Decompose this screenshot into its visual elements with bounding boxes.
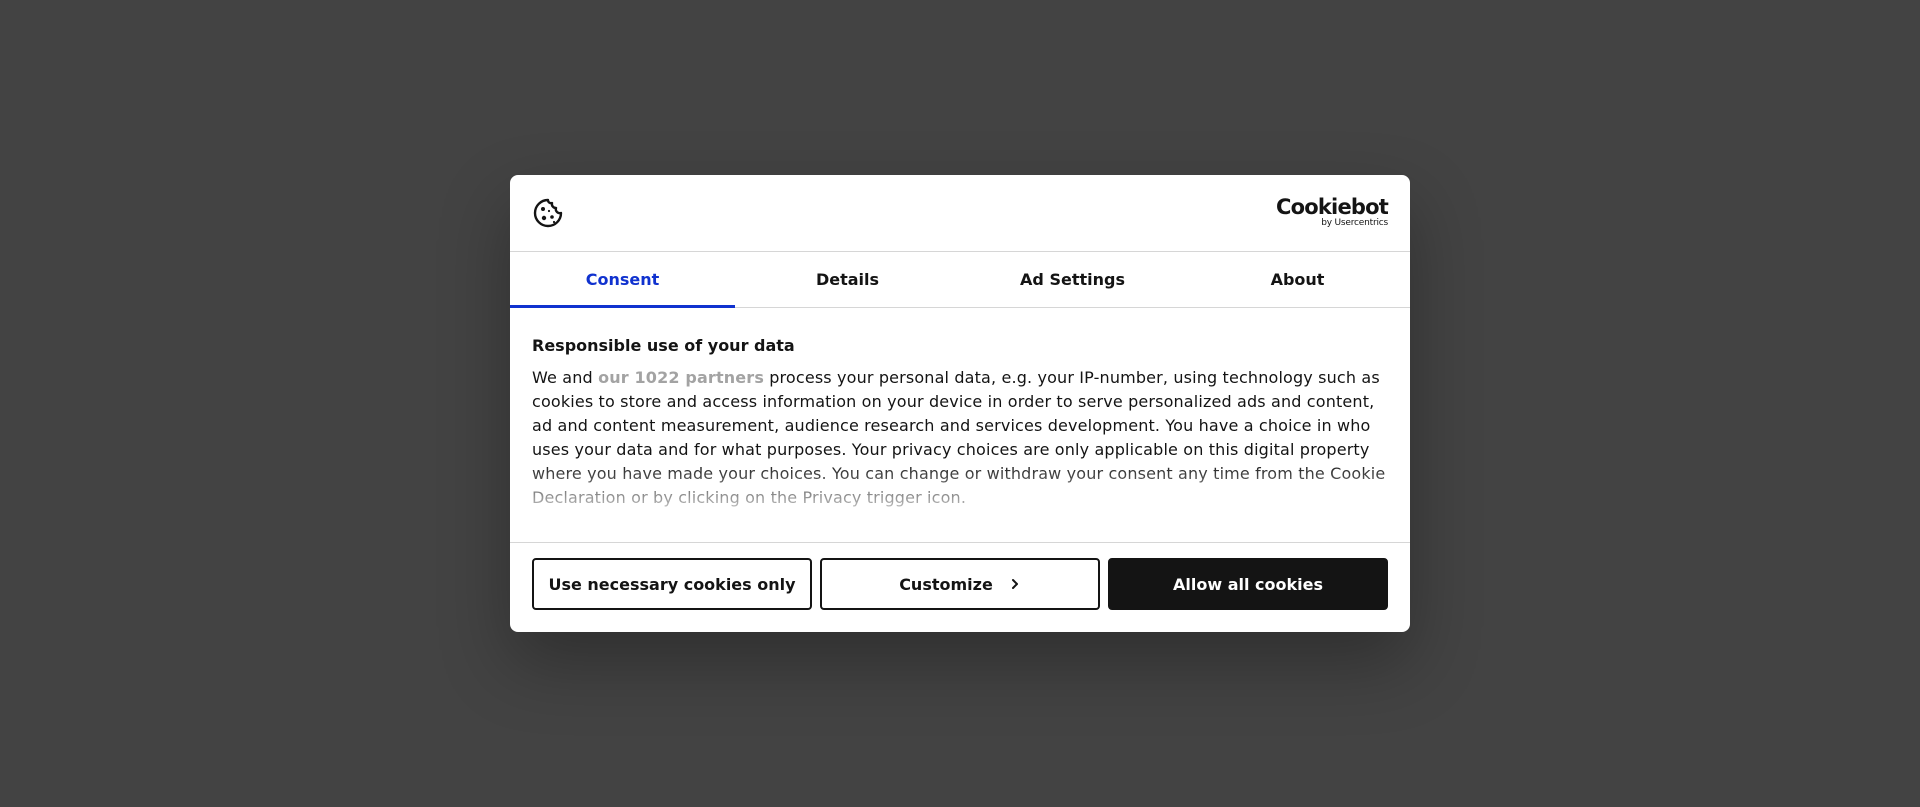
allow-all-label: Allow all cookies: [1173, 574, 1323, 594]
brand-name: Cookiebot: [1276, 195, 1389, 219]
cookie-consent-dialog: Cookiebot by Usercentrics Consent Detail…: [510, 175, 1410, 632]
chevron-right-icon: [1011, 579, 1018, 589]
tab-about[interactable]: About: [1185, 252, 1410, 307]
content-description: We and our 1022 partners process your pe…: [532, 366, 1388, 510]
tab-ad-settings[interactable]: Ad Settings: [960, 252, 1185, 307]
cookiebot-logo: Cookiebot by Usercentrics: [1276, 195, 1389, 229]
partners-link[interactable]: our 1022 partners: [598, 368, 764, 387]
necessary-label: Use necessary cookies only: [548, 574, 796, 594]
button-bar: Use necessary cookies only Customize All…: [510, 542, 1410, 632]
brand-tagline: by Usercentrics: [1321, 218, 1388, 228]
tab-consent[interactable]: Consent: [510, 252, 735, 308]
use-necessary-cookies-button[interactable]: Use necessary cookies only: [532, 558, 812, 610]
intro-text: We and: [532, 368, 599, 387]
tab-bar: Consent Details Ad Settings About: [510, 252, 1410, 308]
customize-label: Customize: [899, 574, 993, 594]
dialog-header: Cookiebot by Usercentrics: [510, 175, 1410, 252]
allow-all-cookies-button[interactable]: Allow all cookies: [1108, 558, 1388, 610]
customize-button[interactable]: Customize: [820, 558, 1100, 610]
cookie-icon: [533, 198, 563, 228]
content-title: Responsible use of your data: [532, 336, 795, 355]
tab-details[interactable]: Details: [735, 252, 960, 307]
consent-content[interactable]: Responsible use of your data We and our …: [510, 308, 1410, 542]
body-text: process your personal data, e.g. your IP…: [532, 368, 1386, 507]
